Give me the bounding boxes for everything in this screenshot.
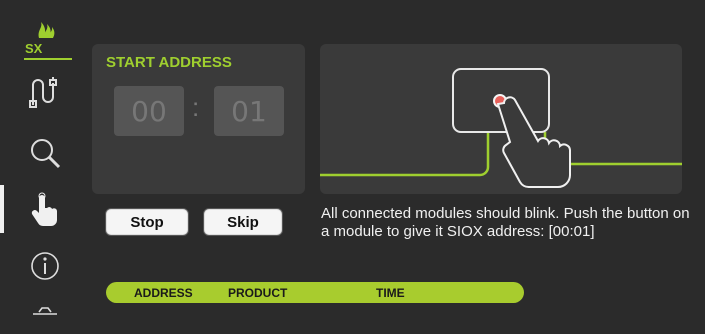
start-address-title: START ADDRESS: [106, 54, 232, 71]
gear-icon[interactable]: [27, 298, 63, 334]
sidebar: SX: [0, 0, 80, 315]
skip-button[interactable]: Skip: [203, 208, 283, 236]
address-low-field[interactable]: 01: [214, 86, 284, 136]
active-indicator: [0, 185, 4, 233]
stop-button[interactable]: Stop: [105, 208, 189, 236]
address-high-field[interactable]: 00: [114, 86, 184, 136]
module-illustration: [320, 68, 682, 188]
column-header-product[interactable]: PRODUCT: [228, 286, 287, 300]
hand-pointer-icon[interactable]: [27, 192, 63, 228]
logo-underline: [24, 58, 72, 60]
start-address-panel: START ADDRESS 00 : 01: [92, 44, 305, 194]
column-header-address[interactable]: ADDRESS: [134, 286, 193, 300]
info-icon[interactable]: [27, 248, 63, 284]
table-header: ADDRESS PRODUCT TIME: [106, 282, 524, 303]
address-separator: :: [192, 92, 200, 122]
hand-pointer-icon: [496, 96, 571, 188]
connect-icon[interactable]: [27, 75, 63, 111]
search-icon[interactable]: [27, 135, 63, 171]
illustration-panel: [320, 44, 682, 194]
logo-text: SX: [25, 41, 43, 56]
instruction-message: All connected modules should blink. Push…: [321, 205, 690, 240]
column-header-time[interactable]: TIME: [376, 286, 405, 300]
